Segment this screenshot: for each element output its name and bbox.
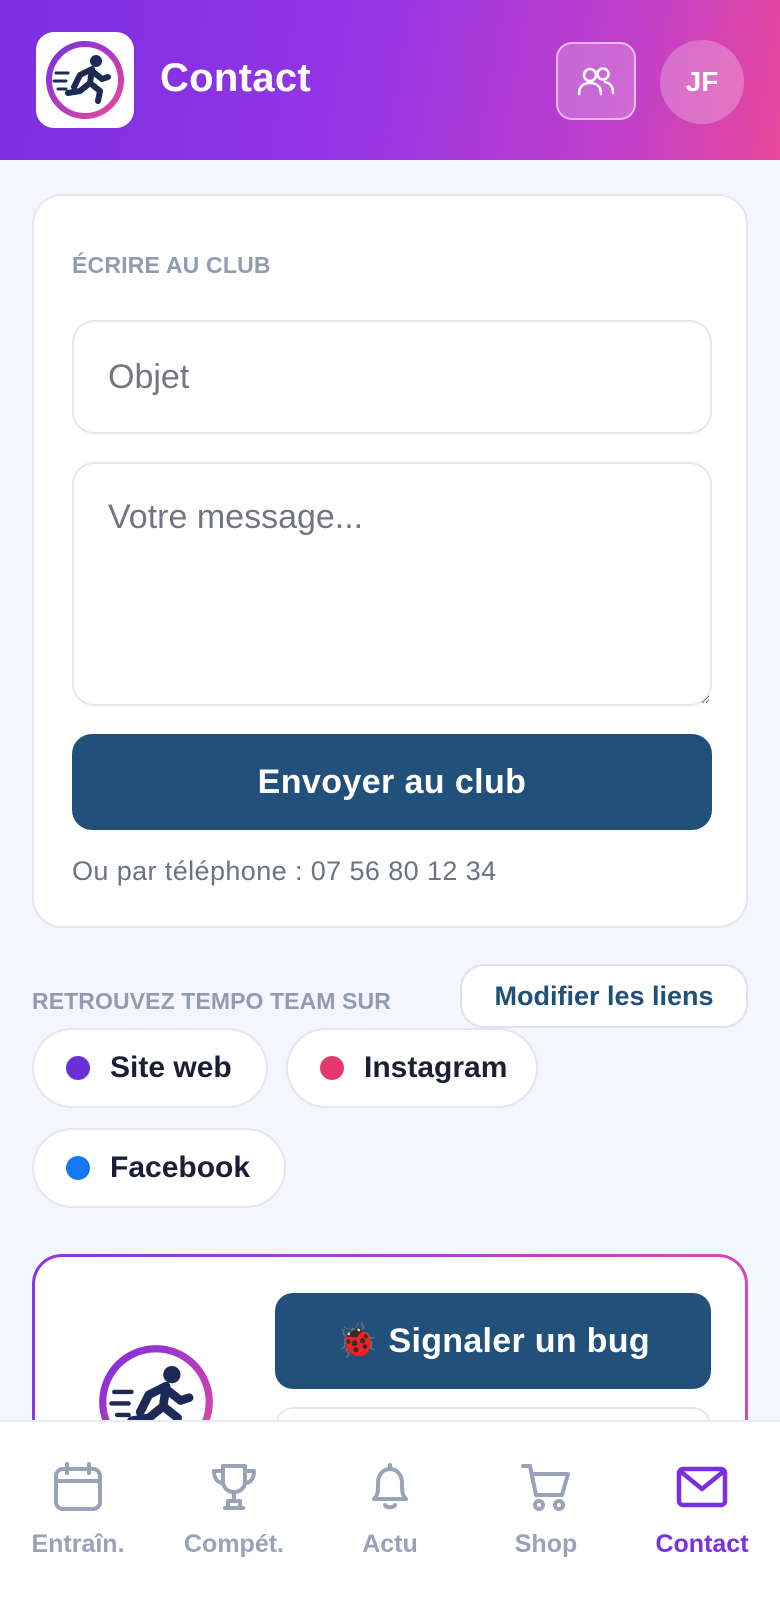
nav-item-training[interactable]: Entraîn. (0, 1422, 156, 1600)
nav-label: Compét. (184, 1530, 284, 1558)
instagram-dot-icon (320, 1056, 344, 1080)
nav-item-shop[interactable]: Shop (468, 1422, 624, 1600)
runner-logo-icon (46, 41, 124, 119)
calendar-icon (54, 1462, 102, 1511)
nav-item-contact[interactable]: Contact (624, 1422, 780, 1600)
contact-card: ÉCRIRE AU CLUB Envoyer au club Ou par té… (32, 194, 748, 928)
link-chip-label: Site web (110, 1051, 232, 1084)
subject-input[interactable] (72, 320, 712, 434)
link-chip-instagram[interactable]: Instagram (286, 1028, 538, 1108)
users-icon (577, 67, 615, 96)
section-label: ÉCRIRE AU CLUB (72, 252, 271, 278)
link-chip-facebook[interactable]: Facebook (32, 1128, 286, 1208)
link-chip-website[interactable]: Site web (32, 1028, 268, 1108)
mail-icon (676, 1466, 728, 1508)
links-section-label: RETROUVEZ TEMPO TEAM SUR (32, 988, 391, 1014)
page-title: Contact (160, 56, 311, 100)
nav-label: Actu (362, 1530, 418, 1558)
report-bug-button[interactable]: 🐞 Signaler un bug (275, 1293, 711, 1389)
edit-links-button[interactable]: Modifier les liens (460, 964, 748, 1028)
cart-icon (521, 1464, 570, 1511)
facebook-dot-icon (66, 1156, 90, 1180)
nav-label: Entraîn. (31, 1530, 125, 1558)
nav-item-competitions[interactable]: Compét. (156, 1422, 312, 1600)
bottom-nav: Entraîn. Compét. Actu Shop Contact (0, 1420, 780, 1600)
avatar[interactable]: JF (660, 40, 744, 124)
team-button[interactable] (556, 42, 636, 120)
trophy-icon (212, 1464, 256, 1510)
phone-text: Ou par téléphone : 07 56 80 12 34 (72, 856, 497, 886)
club-logo[interactable] (36, 32, 134, 128)
message-textarea[interactable] (72, 462, 712, 706)
nav-label: Contact (655, 1530, 749, 1558)
app-header: Contact JF (0, 0, 780, 160)
nav-item-news[interactable]: Actu (312, 1422, 468, 1600)
nav-label: Shop (514, 1530, 578, 1558)
website-dot-icon (66, 1056, 90, 1080)
send-button[interactable]: Envoyer au club (72, 734, 712, 830)
link-chip-label: Facebook (110, 1151, 251, 1184)
bell-icon (372, 1463, 408, 1510)
link-chip-label: Instagram (364, 1051, 508, 1084)
